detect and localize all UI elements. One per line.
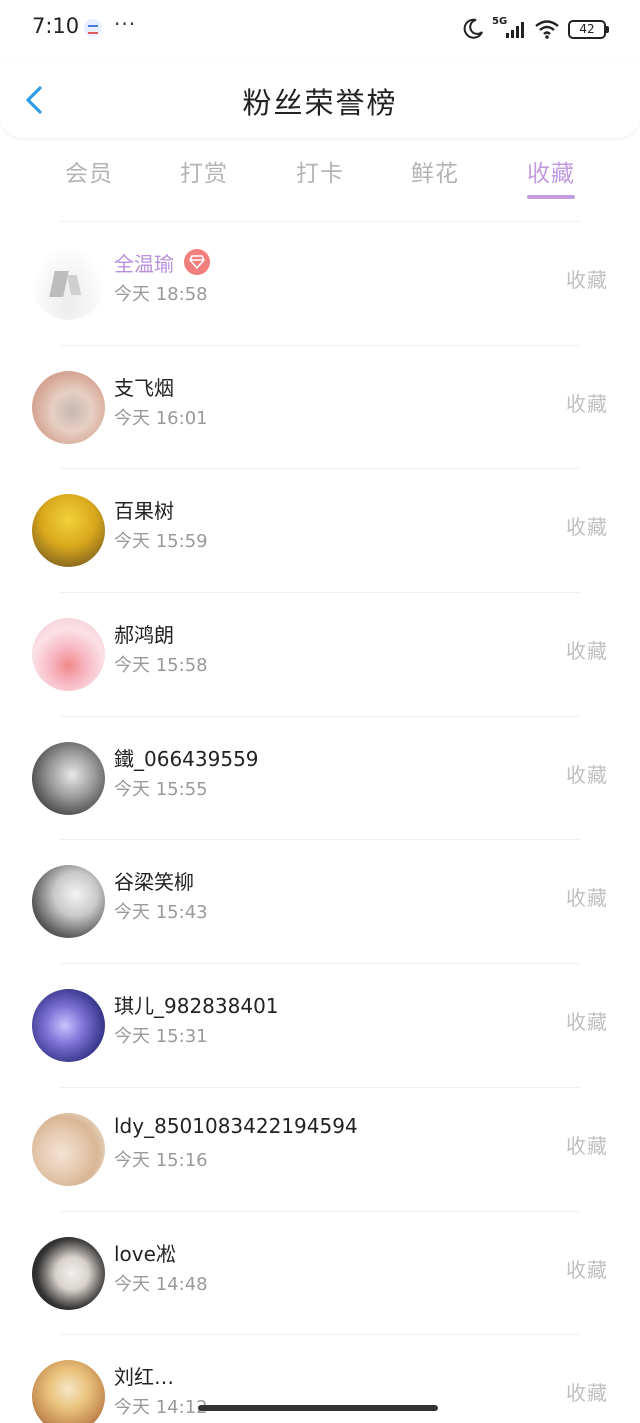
header-bar: 粉丝荣誉榜 <box>0 58 640 138</box>
user-name: 鐵_066439559 <box>114 746 259 771</box>
user-name: 刘红… <box>114 1365 174 1390</box>
user-time: 今天 14:48 <box>114 1273 208 1295</box>
user-time: 今天 18:58 <box>114 284 208 305</box>
user-name: 琪儿_982838401 <box>114 994 279 1019</box>
status-icons: 5G 42 <box>462 16 609 42</box>
list-item[interactable]: 谷梁笑柳 今天 15:43 收藏 <box>0 840 640 964</box>
action-label: 收藏 <box>566 391 608 416</box>
tab-bar: 会员 打赏 打卡 鲜花 收藏 <box>0 150 640 204</box>
user-name: ldy_8501083422194594 <box>114 1113 358 1138</box>
tab-favorites[interactable]: 收藏 <box>506 154 596 188</box>
list-item[interactable]: 琪儿_982838401 今天 15:31 收藏 <box>0 964 640 1088</box>
status-time: 7:10 <box>32 14 80 38</box>
list-item[interactable]: 支飞烟 今天 16:01 收藏 <box>0 346 640 470</box>
action-label: 收藏 <box>566 268 608 292</box>
user-name: 百果树 <box>114 499 174 524</box>
fan-list: 全温瑜 今天 18:58 收藏 支飞烟 今天 16:01 收藏 百果树 今天 1… <box>0 222 640 1423</box>
action-label: 收藏 <box>566 762 608 787</box>
tab-checkin[interactable]: 打卡 <box>275 154 365 188</box>
tab-rewards[interactable]: 打赏 <box>159 154 249 188</box>
avatar[interactable] <box>32 370 105 444</box>
avatar[interactable] <box>32 1236 105 1310</box>
list-item[interactable]: ldy_8501083422194594 今天 15:16 收藏 <box>0 1088 640 1212</box>
user-time: 今天 16:01 <box>114 407 208 429</box>
active-tab-indicator <box>527 195 575 199</box>
list-item[interactable]: 百果树 今天 15:59 收藏 <box>0 469 640 593</box>
avatar[interactable] <box>32 989 105 1063</box>
avatar[interactable] <box>32 494 105 568</box>
user-time: 今天 15:31 <box>114 1026 208 1048</box>
list-item[interactable]: 全温瑜 今天 18:58 收藏 <box>0 222 640 346</box>
user-name: love凇 <box>114 1241 176 1266</box>
action-label: 收藏 <box>566 1133 608 1158</box>
list-item[interactable]: 郝鸿朗 今天 15:58 收藏 <box>0 593 640 717</box>
tab-flowers[interactable]: 鲜花 <box>390 154 480 188</box>
moon-icon <box>463 18 483 39</box>
status-bar: 7:10 ··· 5G 42 <box>0 0 640 60</box>
user-time: 今天 15:59 <box>114 531 208 553</box>
home-indicator[interactable] <box>198 1405 438 1411</box>
action-label: 收藏 <box>566 639 608 664</box>
avatar[interactable] <box>32 1112 105 1186</box>
avatar[interactable] <box>32 618 105 692</box>
diamond-icon <box>184 249 210 275</box>
tab-members[interactable]: 会员 <box>44 154 134 188</box>
more-notifications-icon: ··· <box>114 12 137 36</box>
avatar[interactable] <box>32 741 105 815</box>
page-title: 粉丝荣誉榜 <box>242 86 398 120</box>
action-label: 收藏 <box>566 515 608 540</box>
user-name: 郝鸿朗 <box>114 623 174 648</box>
action-label: 收藏 <box>566 1010 608 1035</box>
action-label: 收藏 <box>566 1381 608 1406</box>
action-label: 收藏 <box>566 1257 608 1282</box>
battery-icon: 42 <box>568 19 609 39</box>
list-item[interactable]: love凇 今天 14:48 收藏 <box>0 1212 640 1336</box>
user-time: 今天 15:16 <box>114 1149 208 1171</box>
user-time: 今天 15:55 <box>114 778 208 800</box>
user-name: 全温瑜 <box>114 252 174 276</box>
signal-icon: 5G <box>492 16 526 40</box>
list-item[interactable]: 鐵_066439559 今天 15:55 收藏 <box>0 717 640 841</box>
avatar[interactable] <box>32 247 105 320</box>
user-name: 谷梁笑柳 <box>114 870 194 895</box>
user-time: 今天 15:43 <box>114 902 208 924</box>
avatar[interactable] <box>32 865 105 939</box>
user-time: 今天 14:12 <box>114 1397 208 1419</box>
avatar[interactable] <box>32 1360 105 1423</box>
user-time: 今天 15:58 <box>114 655 208 677</box>
app-notification-icon <box>84 19 102 37</box>
action-label: 收藏 <box>566 886 608 911</box>
wifi-icon <box>535 20 559 39</box>
user-name: 支飞烟 <box>114 375 174 400</box>
